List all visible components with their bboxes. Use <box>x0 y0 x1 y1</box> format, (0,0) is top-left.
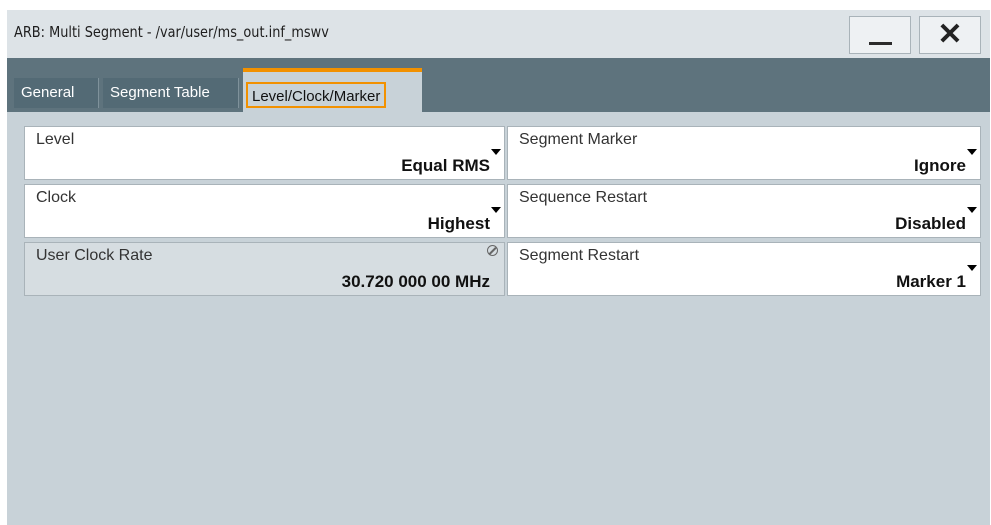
level-dropdown[interactable]: Level Equal RMS <box>24 126 505 180</box>
segment-marker-label: Segment Marker <box>519 131 638 148</box>
dropdown-arrow-icon <box>967 265 977 271</box>
segment-restart-value: Marker 1 <box>896 272 966 291</box>
segment-restart-label: Segment Restart <box>519 247 640 264</box>
level-value: Equal RMS <box>401 156 490 175</box>
clock-label: Clock <box>36 189 77 206</box>
title-bar: ARB: Multi Segment - /var/user/ms_out.in… <box>7 10 990 58</box>
tab-segment-table[interactable]: Segment Table <box>103 78 239 108</box>
segment-restart-dropdown[interactable]: Segment Restart Marker 1 <box>507 242 981 296</box>
dropdown-arrow-icon <box>967 149 977 155</box>
window-title: ARB: Multi Segment - /var/user/ms_out.in… <box>14 23 329 41</box>
dropdown-arrow-icon <box>967 207 977 213</box>
sequence-restart-dropdown[interactable]: Sequence Restart Disabled <box>507 184 981 238</box>
tab-level-clock-marker-label: Level/Clock/Marker <box>246 82 387 108</box>
tab-bar: General Segment Table Level/Clock/Marker <box>7 58 990 112</box>
sequence-restart-label: Sequence Restart <box>519 189 648 206</box>
segment-marker-dropdown[interactable]: Segment Marker Ignore <box>507 126 981 180</box>
tab-general[interactable]: General <box>14 78 99 108</box>
arb-multi-segment-dialog: ARB: Multi Segment - /var/user/ms_out.in… <box>7 10 990 525</box>
user-clock-rate-field: User Clock Rate 30.720 000 00 MHz <box>24 242 505 296</box>
clock-dropdown[interactable]: Clock Highest <box>24 184 505 238</box>
level-label: Level <box>36 131 75 148</box>
dropdown-arrow-icon <box>491 207 501 213</box>
user-clock-rate-value: 30.720 000 00 MHz <box>341 272 490 291</box>
close-button[interactable]: ✕ <box>919 16 981 54</box>
user-clock-rate-label: User Clock Rate <box>36 247 153 264</box>
read-only-icon <box>487 245 498 256</box>
clock-value: Highest <box>427 214 490 233</box>
minimize-icon <box>869 42 892 45</box>
tab-level-clock-marker[interactable]: Level/Clock/Marker <box>243 68 422 112</box>
sequence-restart-value: Disabled <box>895 214 966 233</box>
minimize-button[interactable] <box>849 16 911 54</box>
dropdown-arrow-icon <box>491 149 501 155</box>
segment-marker-value: Ignore <box>914 156 966 175</box>
close-icon: ✕ <box>937 18 963 51</box>
